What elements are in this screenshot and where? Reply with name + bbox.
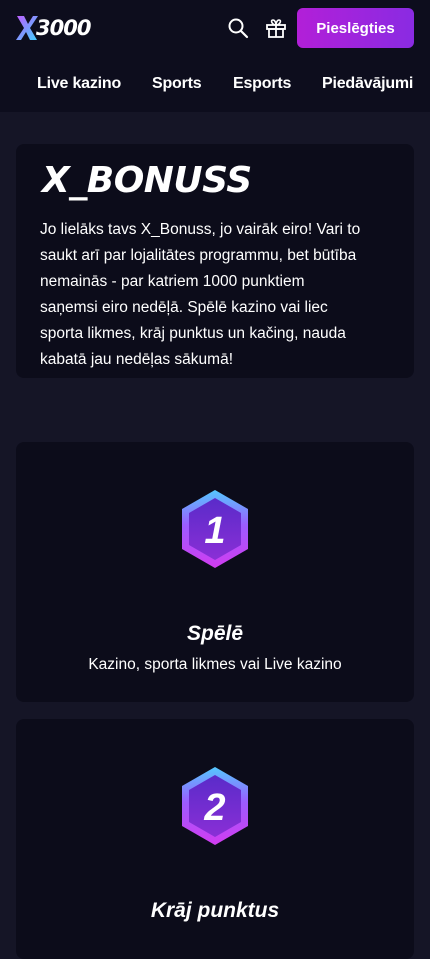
intro-text: Jo lielāks tavs X_Bonuss, jo vairāk eiro… xyxy=(40,217,398,373)
step-title: Spēlē xyxy=(186,622,244,645)
logo-text: 3000 xyxy=(36,16,91,40)
step-card: 2 Krāj punktus xyxy=(16,719,414,959)
gift-icon[interactable] xyxy=(263,15,289,41)
step-card: 1 Spēlē Kazino, sporta likmes vai Live k… xyxy=(16,442,414,702)
step-number: 1 xyxy=(204,510,225,552)
nav-item-live-casino[interactable]: Live kazino xyxy=(37,75,121,93)
logo-x-icon xyxy=(16,16,38,40)
intro-line: saņemsi eiro nedēļā. Spēlē kazino vai li… xyxy=(40,299,328,316)
step-2-hexagon-icon: 2 xyxy=(182,767,248,845)
step-description: Kazino, sporta likmes vai Live kazino xyxy=(88,656,342,673)
step-title: Krāj punktus xyxy=(150,899,280,922)
intro-line: saukt arī par lojalitātes programmu, bet… xyxy=(40,247,357,264)
nav-item-sports[interactable]: Sports xyxy=(152,75,202,93)
intro-card: X_BONUSS Jo lielāks tavs X_Bonuss, jo va… xyxy=(16,144,414,378)
header: 3000 Pieslēgties Live kazino Sports Espo… xyxy=(0,0,430,112)
top-bar: 3000 Pieslēgties xyxy=(0,0,430,58)
nav-item-esports[interactable]: Esports xyxy=(233,75,291,93)
main-nav: Live kazino Sports Esports Piedāvājumi xyxy=(0,60,430,110)
intro-line: Jo lielāks tavs X_Bonuss, jo vairāk eiro… xyxy=(40,221,361,238)
intro-line: sporta likmes, krāj punktus un kačing, n… xyxy=(40,325,346,342)
intro-line: kabatā jau nedēļas sākumā! xyxy=(40,351,234,368)
intro-line: nemainās - par katriem 1000 punktiem xyxy=(40,273,305,290)
nav-item-offers[interactable]: Piedāvājumi xyxy=(322,75,413,93)
logo[interactable]: 3000 xyxy=(16,12,91,44)
login-button[interactable]: Pieslēgties xyxy=(297,8,414,48)
step-number: 2 xyxy=(203,787,225,829)
step-1-hexagon-icon: 1 xyxy=(182,490,248,568)
search-icon[interactable] xyxy=(225,15,251,41)
page-title: X_BONUSS xyxy=(42,160,252,201)
